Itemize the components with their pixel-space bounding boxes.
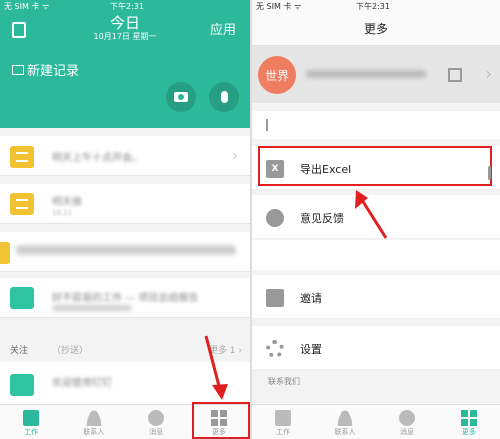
chevron-right-icon: ›	[232, 148, 238, 164]
tab-contacts[interactable]: 联系人	[314, 405, 376, 439]
person-icon	[85, 410, 102, 426]
qr-code-icon[interactable]	[448, 68, 462, 82]
note-icon	[0, 242, 10, 264]
list-item[interactable]: 欢迎使用钉钉	[0, 362, 250, 404]
list-item-date: 10.11	[52, 209, 73, 217]
tab-more[interactable]: 更多	[438, 405, 500, 439]
new-record-button[interactable]: 新建记录	[12, 60, 79, 79]
menu-item-settings[interactable]: 设置	[252, 326, 500, 370]
chart-icon	[10, 287, 34, 309]
tab-contacts[interactable]: 联系人	[63, 405, 126, 439]
status-time: 下午2:31	[110, 2, 144, 11]
status-carrier: 无 SIM 卡 ᯤ	[256, 2, 302, 11]
list-item-title: 欢迎使用钉钉	[52, 378, 112, 389]
right-phone-screen: 无 SIM 卡 ᯤ 下午2:31 更多 世界 › X 导出Excel 意见反馈 …	[252, 0, 500, 439]
cc-label: （抄送）	[52, 346, 89, 356]
apps-button[interactable]: 应用	[210, 19, 236, 38]
list-item-title: 好不容易的工作 — 项目总结报告	[52, 293, 199, 304]
highlight-box	[192, 402, 250, 439]
new-record-label: 新建记录	[27, 64, 80, 79]
menu-item-label: 设置	[300, 343, 322, 356]
status-time: 下午2:31	[356, 2, 390, 11]
doc-icon	[275, 410, 291, 426]
note-icon	[10, 193, 34, 215]
tab-bar: 工作 联系人 消息 更多	[252, 404, 500, 439]
menu-item-invite[interactable]: 邀请	[252, 275, 500, 319]
scrollbar[interactable]	[488, 166, 491, 180]
avatar: 世界	[258, 56, 296, 94]
chart-icon	[10, 374, 34, 396]
gear-icon	[266, 340, 284, 358]
list-item[interactable]: 明天做 10.11	[0, 184, 250, 224]
screenshot-root: 无 SIM 卡 ᯤ 下午2:31 今日 10月17日 星期一 应用 新建记录 明…	[0, 0, 500, 439]
blank-row	[252, 111, 500, 139]
grid-icon	[461, 410, 477, 426]
menu-item-label: 意见反馈	[300, 212, 344, 225]
invite-icon	[266, 289, 284, 307]
tab-messages[interactable]: 消息	[376, 405, 438, 439]
tab-work[interactable]: 工作	[252, 405, 314, 439]
more-header: 无 SIM 卡 ᯤ 下午2:31 更多	[252, 0, 500, 46]
today-header: 无 SIM 卡 ᯤ 下午2:31 今日 10月17日 星期一 应用 新建记录	[0, 0, 250, 128]
list-item[interactable]	[0, 232, 250, 272]
doc-icon	[23, 410, 40, 426]
list-item[interactable]: 好不容易的工作 — 项目总结报告	[0, 278, 250, 318]
message-icon	[148, 410, 165, 426]
camera-icon	[174, 92, 188, 102]
menu-item-feedback[interactable]: 意见反馈	[252, 195, 500, 239]
tab-work[interactable]: 工作	[0, 405, 63, 439]
person-icon	[337, 410, 353, 426]
list-item[interactable]: 明天上午十点开会。 ›	[0, 136, 250, 176]
contact-us-section: 联系我们	[252, 371, 500, 393]
voice-button[interactable]	[209, 82, 239, 112]
status-carrier: 无 SIM 卡 ᯤ	[4, 2, 50, 11]
list-item-title: 明天上午十点开会。	[52, 153, 142, 164]
highlight-box	[258, 146, 492, 186]
feedback-icon	[266, 209, 284, 227]
camera-button[interactable]	[166, 82, 196, 112]
list-item-title: 明天做	[52, 197, 82, 208]
microphone-icon	[220, 91, 228, 103]
message-icon	[399, 410, 415, 426]
note-icon	[10, 146, 34, 168]
profile-row[interactable]: 世界 ›	[252, 46, 500, 103]
page-title: 更多	[363, 22, 388, 36]
more-link[interactable]: 更多 1 ›	[209, 343, 242, 356]
chevron-right-icon: ›	[485, 64, 492, 83]
tab-messages[interactable]: 消息	[125, 405, 188, 439]
keyboard-icon	[12, 64, 24, 75]
section-label: 联系我们	[268, 377, 300, 386]
menu-item-label: 邀请	[300, 292, 322, 305]
follow-label: 关注	[10, 346, 29, 356]
follow-section: 关注 （抄送） 更多 1 ›	[0, 336, 250, 360]
left-phone-screen: 无 SIM 卡 ᯤ 下午2:31 今日 10月17日 星期一 应用 新建记录 明…	[0, 0, 250, 439]
